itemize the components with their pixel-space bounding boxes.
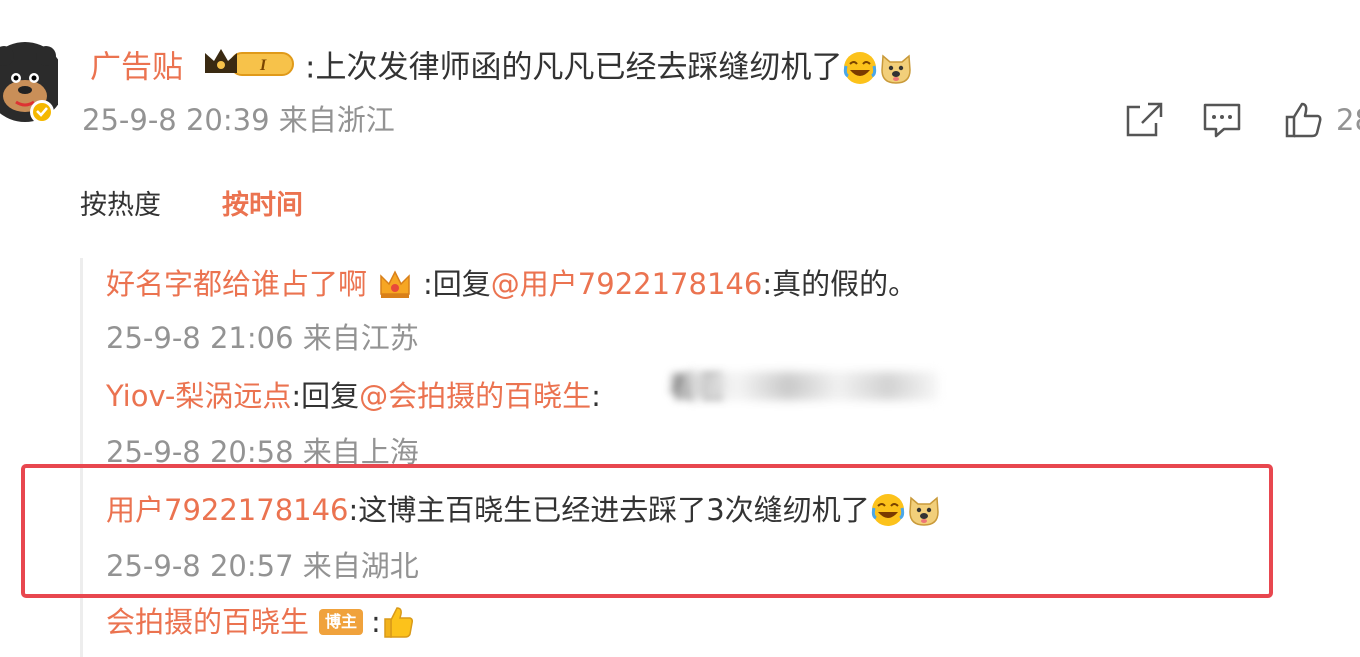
tab-sort-time[interactable]: 按时间 — [222, 186, 303, 226]
like-icon[interactable] — [1284, 101, 1324, 139]
level-badge-icon: I — [203, 45, 295, 91]
comment-icon[interactable] — [1202, 101, 1242, 139]
author-badge: 博主 — [319, 609, 364, 635]
comment-author[interactable]: 会拍摄的百晓生 — [106, 605, 309, 639]
comment-text: : — [591, 379, 601, 413]
post-text: :上次发律师函的凡凡已经去踩缝纫机了 — [305, 49, 843, 86]
comment-text: :这博主百晓生已经进去踩了3次缝纫机了 — [348, 493, 870, 527]
thumbs-up-emoji-icon — [381, 604, 417, 640]
laugh-cry-emoji-icon — [870, 492, 906, 528]
comment-author[interactable]: 好名字都给谁占了啊 — [106, 267, 367, 301]
mention-link[interactable]: @会拍摄的百晓生 — [359, 379, 591, 413]
reply-prefix: :回复 — [423, 267, 491, 301]
comment-timestamp: 25-9-8 20:57 来自湖北 — [106, 549, 419, 583]
comment-author[interactable]: Yiov-梨涡远点 — [106, 379, 291, 413]
doge-emoji-icon — [878, 50, 914, 86]
post-header: 广告贴 I :上次发律师函的凡凡已经去踩缝纫机了 — [90, 44, 914, 91]
crown-badge-icon — [377, 266, 413, 302]
comment-text: : — [371, 605, 381, 639]
like-count: 28 — [1336, 103, 1360, 137]
comment-author[interactable]: 用户7922178146 — [106, 493, 349, 527]
laugh-cry-emoji-icon — [842, 50, 878, 86]
mention-link[interactable]: @用户7922178146 — [491, 267, 763, 301]
level-badge-text: I — [259, 57, 267, 74]
blurred-text: 看看 — [668, 368, 940, 406]
post-author[interactable]: 广告贴 — [90, 50, 183, 86]
doge-emoji-icon — [906, 492, 942, 528]
reply-prefix: :回复 — [291, 379, 360, 413]
post-timestamp: 25-9-8 20:39 来自浙江 — [82, 103, 395, 137]
comment-text: :真的假的。 — [762, 267, 918, 301]
comment-1: 好名字都给谁占了啊 :回复@用户7922178146:真的假的。 — [106, 260, 917, 306]
tab-sort-hot[interactable]: 按热度 — [80, 186, 161, 226]
comment-2: Yiov-梨涡远点:回复@会拍摄的百晓生: — [106, 372, 601, 418]
share-icon[interactable] — [1124, 101, 1164, 139]
comment-3: 用户7922178146:这博主百晓生已经进去踩了3次缝纫机了 — [106, 486, 942, 532]
user-avatar[interactable] — [0, 40, 58, 126]
comment-4: 会拍摄的百晓生 博主: — [106, 598, 417, 644]
comment-timestamp: 25-9-8 21:06 来自江苏 — [106, 321, 419, 355]
